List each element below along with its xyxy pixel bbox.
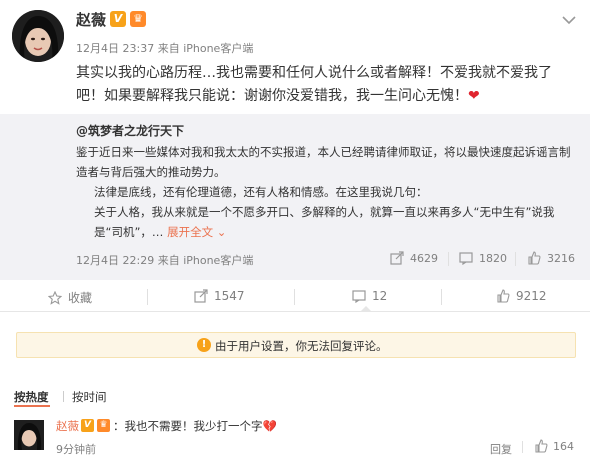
repost-button[interactable]: 1547 [194,289,245,303]
author-avatar[interactable] [12,10,64,62]
repost-line: 关于人格，我从来就是一个不愿多开口、多解释的人，就算一直以来再多人“无中生有”说… [94,205,555,239]
repost-comment-count: 1820 [479,251,507,265]
post-meta: 12月4日 23:37 来自 iPhone客户端 [76,40,253,56]
repost-like-count: 3216 [547,251,575,265]
repost-source: 来自 iPhone客户端 [157,254,254,267]
notice-text: 由于用户设置，你无法回复评论。 [215,339,388,353]
repost-date[interactable]: 12月4日 22:29 [76,254,154,267]
commenter-name[interactable]: 赵薇 [56,418,79,434]
thumbs-up-icon [535,439,548,453]
share-icon [194,289,208,303]
comment-icon [352,290,366,303]
comment-reply-button[interactable]: 回复 [490,441,512,457]
post-source: 来自 iPhone客户端 [157,42,254,55]
broken-heart-emoji-icon: 💔 [262,419,277,433]
chevron-down-icon[interactable] [560,12,578,28]
active-tab-pointer [360,306,372,312]
heart-emoji-icon: ❤ [468,88,480,104]
sort-by-hot-tab[interactable]: 按热度 [14,389,49,405]
comment-like-button[interactable]: 164 [534,439,574,453]
comment-like-count: 164 [553,439,574,453]
verified-badge-icon: V [81,419,94,432]
member-crown-icon: ♛ [130,11,146,27]
like-count: 9212 [516,289,547,303]
post-body: 其实以我的心路历程…我也需要和任何人说什么或者解释！不爱我就不爱我了吧！如果要解… [76,65,552,104]
expand-full-text-link[interactable]: 展开全文 [167,225,213,239]
comment-time: 9分钟前 [56,443,96,456]
repost-share-stat[interactable]: 4629 [390,251,438,265]
repost-line: 法律是底线，还有伦理道德，还有人格和情感。在这里我说几句： [94,185,428,199]
repost-meta: 12月4日 22:29 来自 iPhone客户端 [76,252,253,268]
thumbs-up-icon [528,251,541,265]
sort-divider [63,391,64,402]
comment-button[interactable]: 12 [352,289,387,303]
repost-comment-stat[interactable]: 1820 [459,251,507,265]
share-icon [390,251,404,265]
commenter-avatar[interactable] [14,420,44,450]
post-date[interactable]: 12月4日 23:37 [76,42,154,55]
star-icon [48,290,62,305]
comment-text: ：我也不需要！我少打一个字💔 [113,418,277,434]
repost-author[interactable]: @筑梦者之龙行天下 [76,122,184,139]
favorite-button[interactable]: 收藏 [48,289,92,306]
favorite-label: 收藏 [68,291,93,305]
thumbs-up-icon [497,289,510,303]
sort-by-time-tab[interactable]: 按时间 [72,389,107,405]
expand-chevron-icon[interactable]: ⌄ [213,225,227,239]
sort-active-underline [14,405,50,407]
post-text: 其实以我的心路历程…我也需要和任何人说什么或者解释！不爱我就不爱我了吧！如果要解… [76,62,576,108]
repost-share-count: 4629 [410,251,438,265]
author-name[interactable]: 赵薇 [76,9,106,30]
member-crown-icon: ♛ [97,419,110,432]
verified-badge-icon: V [110,11,126,27]
comment-count: 12 [372,289,388,303]
like-button[interactable]: 9212 [496,289,547,303]
repost-like-stat[interactable]: 3216 [527,251,575,265]
info-icon: ! [197,338,211,352]
repost-line: 鉴于近日来一些媒体对我和我太太的不实报道，本人已经聘请律师取证，将以最快速度起诉… [76,145,571,179]
repost-count: 1547 [214,289,245,303]
comment-body: ：我也不需要！我少打一个字 [113,419,263,433]
comment-icon [459,252,473,265]
repost-text: 鉴于近日来一些媒体对我和我太太的不实报道，本人已经聘请律师取证，将以最快速度起诉… [76,142,576,242]
